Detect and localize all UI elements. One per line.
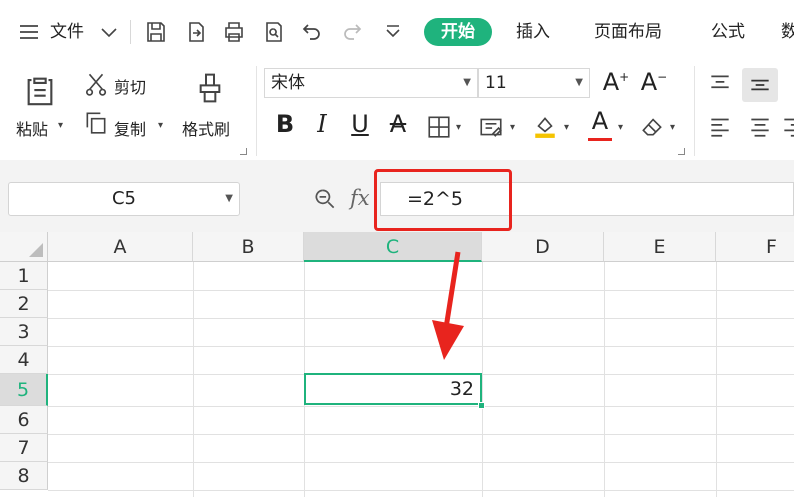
font-dialog-launcher-icon[interactable] bbox=[678, 148, 685, 155]
cell-c5-selected[interactable]: 32 bbox=[304, 373, 482, 405]
insert-function-fx-icon[interactable]: fx bbox=[350, 186, 370, 210]
font-color-swatch bbox=[588, 138, 612, 141]
copy-label[interactable]: 复制 bbox=[114, 116, 146, 140]
annotation-arrow-icon bbox=[432, 251, 464, 360]
row-header-2[interactable]: 2 bbox=[0, 290, 48, 318]
clear-dropdown-icon[interactable]: ▾ bbox=[670, 122, 675, 133]
cell-value: 32 bbox=[449, 378, 474, 400]
gridline bbox=[48, 490, 794, 491]
gridline bbox=[48, 434, 794, 435]
tab-start[interactable]: 开始 bbox=[424, 18, 492, 46]
fill-handle[interactable] bbox=[478, 402, 485, 409]
eraser-icon[interactable] bbox=[636, 110, 668, 142]
gridline bbox=[716, 262, 717, 497]
borders-icon[interactable] bbox=[424, 112, 454, 142]
paste-label[interactable]: 粘贴 bbox=[16, 116, 48, 140]
align-middle-icon[interactable] bbox=[742, 68, 778, 102]
borders-dropdown-icon[interactable]: ▾ bbox=[456, 122, 461, 133]
name-box[interactable]: C5 ▼ bbox=[8, 182, 240, 216]
font-name-select[interactable]: 宋体 ▼ bbox=[264, 68, 478, 98]
font-color-button[interactable]: A bbox=[586, 106, 614, 141]
tab-insert[interactable]: 插入 bbox=[516, 18, 550, 46]
align-left-icon[interactable] bbox=[704, 110, 736, 142]
column-header-a[interactable]: A bbox=[48, 232, 193, 262]
underline-button[interactable]: U bbox=[346, 110, 374, 138]
zoom-search-icon[interactable] bbox=[310, 184, 340, 214]
file-menu[interactable]: 文件 bbox=[50, 18, 84, 46]
tab-page-layout[interactable]: 页面布局 bbox=[594, 18, 662, 46]
divider bbox=[130, 20, 131, 44]
chevron-down-icon: ▼ bbox=[575, 77, 583, 88]
align-center-icon[interactable] bbox=[744, 110, 776, 142]
row-header-7[interactable]: 7 bbox=[0, 434, 48, 462]
clipboard-dialog-launcher-icon[interactable] bbox=[240, 148, 247, 155]
column-header-e[interactable]: E bbox=[604, 232, 716, 262]
paste-icon[interactable] bbox=[20, 68, 60, 112]
font-name-value: 宋体 bbox=[271, 73, 305, 93]
tab-formulas[interactable]: 公式 bbox=[711, 18, 745, 46]
increase-font-size-button[interactable]: A+ bbox=[602, 68, 630, 96]
row-header-5[interactable]: 5 bbox=[0, 374, 48, 406]
redo-icon[interactable] bbox=[338, 14, 366, 50]
chevron-down-icon: ▼ bbox=[463, 77, 471, 88]
ribbon: 粘贴 ▾ 剪切 复制 ▾ 格式刷 宋体 ▼ 11 ▼ A+ A− B I U A… bbox=[0, 64, 794, 160]
row-header-4[interactable]: 4 bbox=[0, 346, 48, 374]
column-header-f[interactable]: F bbox=[716, 232, 794, 262]
quick-access-dropdown-icon[interactable] bbox=[380, 14, 406, 50]
formula-annotation-box bbox=[374, 169, 512, 231]
strikethrough-button[interactable]: A bbox=[384, 110, 412, 138]
paste-dropdown-icon[interactable]: ▾ bbox=[58, 120, 63, 131]
cell-style-icon[interactable] bbox=[476, 112, 506, 142]
select-all-button[interactable] bbox=[0, 232, 48, 262]
italic-button[interactable]: I bbox=[310, 110, 334, 138]
spreadsheet-grid[interactable]: A B C D E F 1 2 3 4 5 6 7 8 32 bbox=[0, 232, 794, 497]
align-right-icon[interactable] bbox=[780, 110, 794, 142]
name-box-value: C5 bbox=[111, 188, 137, 209]
format-painter-label[interactable]: 格式刷 bbox=[182, 116, 230, 140]
row-header-1[interactable]: 1 bbox=[0, 262, 48, 290]
row-header-3[interactable]: 3 bbox=[0, 318, 48, 346]
gridline bbox=[482, 262, 483, 497]
font-color-dropdown-icon[interactable]: ▾ bbox=[618, 122, 623, 133]
divider bbox=[256, 66, 257, 156]
row-header-6[interactable]: 6 bbox=[0, 406, 48, 434]
fill-color-icon[interactable] bbox=[530, 110, 560, 142]
copy-dropdown-icon[interactable]: ▾ bbox=[158, 120, 163, 131]
bold-button[interactable]: B bbox=[272, 110, 298, 138]
gridline bbox=[604, 262, 605, 497]
export-icon[interactable] bbox=[182, 14, 210, 50]
align-top-icon[interactable] bbox=[704, 68, 736, 100]
gridline bbox=[193, 262, 194, 497]
font-size-value: 11 bbox=[485, 73, 507, 93]
chevron-down-icon[interactable] bbox=[96, 14, 122, 50]
divider bbox=[694, 66, 695, 156]
row-header-8[interactable]: 8 bbox=[0, 462, 48, 490]
scissors-icon[interactable] bbox=[82, 68, 110, 98]
tab-data[interactable]: 数 bbox=[781, 18, 794, 46]
undo-icon[interactable] bbox=[298, 14, 326, 50]
chevron-down-icon: ▼ bbox=[225, 193, 233, 204]
print-preview-icon[interactable] bbox=[260, 14, 288, 50]
copy-icon[interactable] bbox=[82, 108, 110, 138]
decrease-font-size-button[interactable]: A− bbox=[640, 68, 668, 96]
gridline bbox=[48, 462, 794, 463]
hamburger-menu-icon[interactable] bbox=[14, 14, 44, 50]
column-header-b[interactable]: B bbox=[193, 232, 304, 262]
font-size-select[interactable]: 11 ▼ bbox=[478, 68, 590, 98]
format-painter-icon[interactable] bbox=[192, 66, 228, 110]
cell-style-dropdown-icon[interactable]: ▾ bbox=[510, 122, 515, 133]
gridline bbox=[48, 406, 794, 407]
print-icon[interactable] bbox=[220, 14, 248, 50]
save-icon[interactable] bbox=[142, 14, 170, 50]
cut-label[interactable]: 剪切 bbox=[114, 74, 146, 98]
menu-bar: 文件 开始 插入 页面布局 公式 数 bbox=[0, 0, 794, 64]
column-header-d[interactable]: D bbox=[482, 232, 604, 262]
fill-color-dropdown-icon[interactable]: ▾ bbox=[564, 122, 569, 133]
